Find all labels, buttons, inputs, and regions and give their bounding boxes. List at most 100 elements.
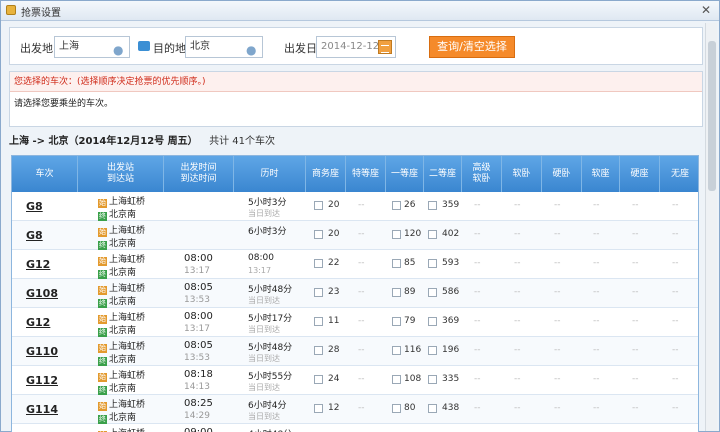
business-seat-checkbox[interactable] [314, 288, 323, 297]
first-class-count: 79 [404, 316, 416, 326]
date-input[interactable]: 2014-12-12 [316, 36, 396, 58]
duration: 5小时17分 [248, 314, 293, 324]
first-class-checkbox[interactable] [392, 259, 401, 268]
soft-sleeper-count: -- [514, 200, 521, 210]
header-business: 商务座 [306, 156, 346, 192]
special-seat-count: -- [358, 374, 365, 384]
soft-sleeper-count: -- [514, 316, 521, 326]
terminal-icon: 终 [98, 241, 107, 250]
selected-trains-body: 请选择您要乘坐的车次。 [14, 99, 114, 109]
from-input[interactable]: 上海 ● [54, 36, 130, 58]
first-class-checkbox[interactable] [392, 201, 401, 210]
to-station: 终北京南 [98, 384, 137, 395]
train-number[interactable]: G112 [26, 374, 58, 387]
second-class-checkbox[interactable] [428, 375, 437, 384]
hard-sleeper-count: -- [554, 316, 561, 326]
table-row[interactable]: G112 始上海虹桥终北京南 08:18 14:13 5小时55分 当日到达 24 -- 108… [12, 366, 698, 395]
first-class-checkbox[interactable] [392, 375, 401, 384]
table-row[interactable]: G116始上海虹桥终北京南09:004小时48分-------------- [12, 424, 698, 432]
hard-sleeper-count: -- [554, 229, 561, 239]
app-icon [6, 5, 16, 15]
business-seat-checkbox[interactable] [314, 230, 323, 239]
train-number[interactable]: G108 [26, 287, 58, 300]
departure-time: 08:25 [184, 398, 213, 409]
train-table: 车次 出发站 到达站 出发时间 到达时间 历时 商务座 特等座 一等座 二等座 高级… [11, 155, 699, 432]
special-seat-count: -- [358, 287, 365, 297]
first-class-checkbox[interactable] [392, 346, 401, 355]
table-row[interactable]: G110 始上海虹桥终北京南 08:05 13:53 5小时48分 当日到达 28 -- 116… [12, 337, 698, 366]
table-row[interactable]: G12 始上海虹桥终北京南 08:00 13:17 5小时17分 当日到达 11 -- 79 36… [12, 308, 698, 337]
business-seat-checkbox[interactable] [314, 375, 323, 384]
from-station: 始上海虹桥 [98, 255, 146, 266]
train-number[interactable]: G8 [26, 229, 43, 242]
business-seat-count: 24 [328, 374, 340, 384]
special-seat-count: -- [358, 258, 365, 268]
second-class-checkbox[interactable] [428, 317, 437, 326]
from-station: 始上海虹桥 [98, 371, 146, 382]
table-row[interactable]: G114 始上海虹桥终北京南 08:25 14:29 6小时4分 当日到达 12 -- 80 43… [12, 395, 698, 424]
train-number[interactable]: G114 [26, 403, 58, 416]
hard-sleeper-count: -- [554, 345, 561, 355]
table-row[interactable]: G8 始上海虹桥终北京南 5小时3分 当日到达 20 -- 26 359 -- -- -- -- -- -… [12, 192, 698, 221]
first-class-checkbox[interactable] [392, 230, 401, 239]
location-pin-icon[interactable]: ● [113, 40, 125, 57]
business-seat-checkbox[interactable] [314, 201, 323, 210]
terminal-icon: 终 [98, 212, 107, 221]
hard-seat-count: -- [632, 229, 639, 239]
from-label: 出发地 [20, 42, 53, 55]
business-seat-count: 28 [328, 345, 340, 355]
terminal-icon: 终 [98, 357, 107, 366]
hard-sleeper-count: -- [554, 403, 561, 413]
header-no-seat: 无座 [670, 168, 689, 179]
soft-sleeper-high-count: -- [474, 200, 481, 210]
header-stations: 出发站 到达站 [78, 156, 164, 192]
first-class-checkbox[interactable] [392, 317, 401, 326]
second-class-checkbox[interactable] [428, 404, 437, 413]
header-soft-sleeper-high: 高级 软卧 [462, 156, 502, 192]
close-icon[interactable]: ✕ [701, 3, 711, 17]
to-input[interactable]: 北京 ● [185, 36, 263, 58]
business-seat-checkbox[interactable] [314, 259, 323, 268]
to-station: 终北京南 [98, 268, 137, 279]
second-class-checkbox[interactable] [428, 201, 437, 210]
date-label: 出发日 [284, 42, 317, 55]
train-number[interactable]: G8 [26, 200, 43, 213]
table-row[interactable]: G12 始上海虹桥终北京南 08:00 13:17 08:00 13:17 22 -- 85 59… [12, 250, 698, 279]
train-number[interactable]: G110 [26, 345, 58, 358]
business-seat-checkbox[interactable] [314, 346, 323, 355]
location-pin-icon[interactable]: ● [246, 40, 258, 57]
no-seat-count: -- [672, 258, 679, 268]
second-class-checkbox[interactable] [428, 288, 437, 297]
train-count: 共计 41个车次 [209, 136, 276, 147]
train-number[interactable]: G12 [26, 258, 50, 271]
second-class-count: 586 [442, 287, 460, 297]
business-seat-count: 12 [328, 403, 340, 413]
duration: 08:00 [248, 253, 274, 263]
calendar-icon[interactable] [378, 40, 392, 54]
header-hard-seat: 硬座 [620, 156, 660, 192]
terminal-icon: 终 [98, 415, 107, 424]
duration: 4小时48分 [248, 427, 292, 432]
window-title: 抢票设置 [21, 8, 61, 19]
swap-icon[interactable] [138, 41, 150, 51]
business-seat-count: 23 [328, 287, 340, 297]
header-second: 二等座 [424, 156, 462, 192]
special-seat-count: -- [358, 316, 365, 326]
business-seat-checkbox[interactable] [314, 404, 323, 413]
soft-seat-count: -- [593, 345, 600, 355]
first-class-checkbox[interactable] [392, 404, 401, 413]
table-row[interactable]: G8 始上海虹桥终北京南 6小时3分 20 -- 120 402 -- -- -- -- -- -- [12, 221, 698, 250]
first-class-checkbox[interactable] [392, 288, 401, 297]
table-row[interactable]: G108 始上海虹桥终北京南 08:05 13:53 5小时48分 当日到达 23 -- 89 5… [12, 279, 698, 308]
vertical-scrollbar[interactable] [705, 23, 717, 431]
second-class-checkbox[interactable] [428, 259, 437, 268]
train-number[interactable]: G12 [26, 316, 50, 329]
duration-note: 当日到达 [248, 209, 280, 218]
query-clear-button[interactable]: 查询/清空选择 [429, 36, 515, 58]
second-class-checkbox[interactable] [428, 230, 437, 239]
scrollbar-thumb[interactable] [708, 41, 716, 191]
hard-seat-count: -- [632, 345, 639, 355]
soft-sleeper-high-count: -- [474, 258, 481, 268]
second-class-checkbox[interactable] [428, 346, 437, 355]
business-seat-checkbox[interactable] [314, 317, 323, 326]
